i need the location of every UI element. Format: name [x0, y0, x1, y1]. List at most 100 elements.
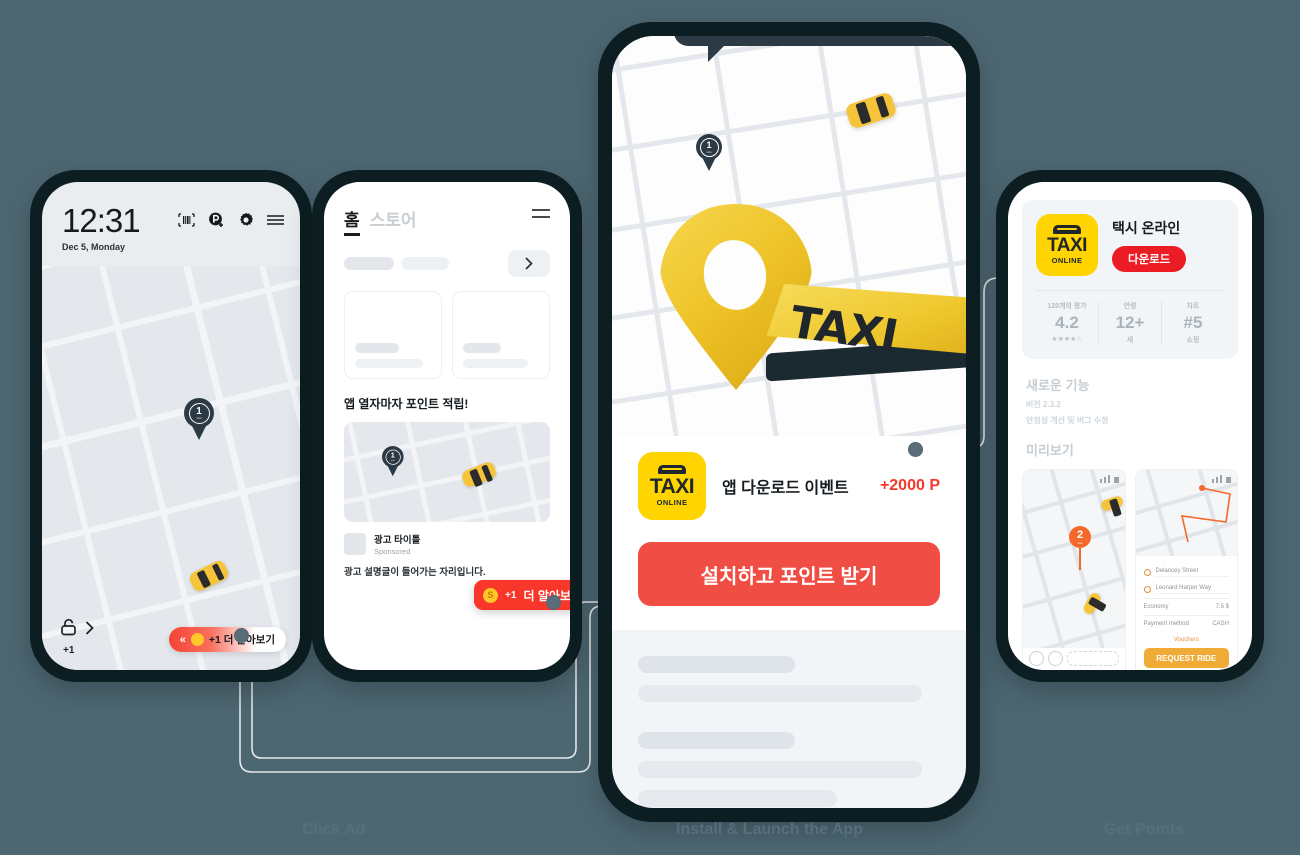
phone-2-ad-map[interactable]: 1 min: [344, 422, 550, 522]
origin-dot-icon: [1143, 569, 1151, 576]
diagram-stage: 12:31 Dec 5, Monday 1 min +1 « +1 더 알아보기…: [0, 0, 1300, 855]
hamburger-icon[interactable]: [267, 214, 284, 226]
chevron-right-icon[interactable]: [85, 620, 94, 640]
phone-4-screen: TAXI ONLINE 택시 온라인 다운로드 120개의 평가 4.2 ★★★…: [1008, 182, 1252, 670]
preview-carousel[interactable]: 2 min Delancey Street Leonard Harper Way…: [1008, 459, 1252, 670]
skeleton-chip: [344, 257, 394, 270]
phone-1-icon-row: [178, 212, 284, 228]
skeleton-next-button[interactable]: [508, 250, 550, 277]
ride-option-row[interactable]: Economy 7.5 $: [1143, 598, 1229, 615]
phone-2-tabs: 홈 스토어: [344, 206, 417, 236]
taxi-car-icon: [460, 460, 498, 489]
barcode-icon[interactable]: [178, 213, 195, 227]
preview-screenshot-ride[interactable]: Delancey Street Leonard Harper Way Econo…: [1134, 469, 1238, 670]
stat-ratings: 120개의 평가 4.2 ★★★★☆: [1036, 301, 1098, 345]
taxi-car-icon: [1099, 494, 1125, 513]
phone-2-frame: 홈 스토어 앱 열자마자 포인트 적립! 1 min 광고 타이틀 Sponso…: [312, 170, 582, 682]
point-plus-icon[interactable]: [208, 212, 225, 228]
status-bar-icons: [1099, 475, 1119, 483]
whats-new-version: 버전 2.3.2: [1026, 400, 1061, 409]
ride-details-card: Delancey Street Leonard Harper Way Econo…: [1135, 556, 1237, 670]
skeleton-chip: [401, 257, 449, 270]
ad-sponsored-label: Sponsored: [374, 547, 411, 556]
map-pin-marker[interactable]: 1 min: [184, 398, 214, 440]
ride-destination-row[interactable]: Leonard Harper Way: [1143, 581, 1229, 598]
locate-icon[interactable]: [1048, 651, 1063, 666]
tab-store[interactable]: 스토어: [370, 206, 417, 231]
layers-icon[interactable]: [1029, 651, 1044, 666]
coin-icon: [190, 633, 204, 646]
status-bar-icons: [1212, 475, 1231, 483]
phone-2-ad-row: 광고 타이틀 Sponsored: [324, 522, 570, 556]
coin-icon: S: [483, 587, 499, 603]
caption-click-ad: Click Ad: [302, 821, 366, 838]
skeleton-bar: [638, 732, 796, 749]
skeleton-card[interactable]: [344, 291, 442, 379]
stat-sub: 쇼핑: [1186, 337, 1200, 344]
caption-install-launch: Install & Launch the App: [676, 821, 863, 838]
lock-icon[interactable]: [60, 618, 77, 641]
stat-value: 4.2: [1055, 313, 1079, 332]
stat-value: #5: [1183, 313, 1203, 332]
payment-method-row[interactable]: Payment method CASH: [1143, 615, 1229, 632]
install-button-label: 설치하고 포인트 받기: [700, 565, 878, 588]
app-icon-subtitle: ONLINE: [656, 498, 688, 507]
phone-1-frame: 12:31 Dec 5, Monday 1 min +1 « +1 더 알아보기: [30, 170, 312, 682]
preview-search-input[interactable]: [1067, 651, 1119, 666]
request-ride-button[interactable]: REQUEST RIDE: [1143, 648, 1229, 668]
vouchers-link[interactable]: Vouchers: [1144, 632, 1230, 648]
app-stats-row: 120개의 평가 4.2 ★★★★☆ 연령 12+ 세 차트 #5 쇼핑: [1036, 290, 1224, 345]
stat-age: 연령 12+ 세: [1098, 301, 1161, 345]
stat-sub: 세: [1126, 337, 1134, 344]
whats-new-heading: 새로운 기능: [1026, 378, 1090, 393]
stat-chart: 차트 #5 쇼핑: [1161, 301, 1224, 345]
whats-new-section: 새로운 기능 버전 2.3.2 안정성 개선 및 버그 수정: [1008, 359, 1252, 426]
connector-dot-phone3: [908, 442, 923, 457]
stat-label: 차트: [1186, 303, 1200, 310]
download-button[interactable]: 다운로드: [1112, 246, 1187, 272]
tab-home[interactable]: 홈: [344, 206, 360, 236]
preview-map-marker: 2 min: [1069, 526, 1091, 548]
hero-tooltip: Guarantee maximum app inflow performance: [674, 36, 966, 62]
stat-label: 120개의 평가: [1047, 303, 1087, 310]
phone-3-screen: 1 min TAXI Guarantee m: [612, 36, 966, 808]
connector-dot-phone2: [546, 595, 561, 610]
phone-2-section-title: 앱 열자마자 포인트 적립!: [344, 397, 469, 411]
phone-4-frame: TAXI ONLINE 택시 온라인 다운로드 120개의 평가 4.2 ★★★…: [996, 170, 1264, 682]
payment-key: Payment method: [1143, 621, 1189, 627]
preview-screenshot-map[interactable]: 2 min: [1022, 469, 1126, 670]
phone-2-header: 홈 스토어: [324, 182, 570, 236]
taxi-online-app-icon: TAXI ONLINE: [1036, 214, 1098, 276]
connector-dot-phone1: [234, 628, 249, 643]
skeleton-card[interactable]: [452, 291, 550, 379]
skeleton-bar: [638, 685, 922, 702]
stat-label: 연령: [1123, 303, 1137, 310]
hero-map-pin: 1 min: [696, 134, 722, 171]
cta-chevron-left-icon: «: [179, 633, 186, 646]
destination-dot-icon: [1143, 586, 1151, 593]
ad-thumbnail: [344, 533, 366, 555]
lock-points-label: +1: [63, 645, 75, 656]
ad-description: 광고 설명글이 들어가는 자리입니다.: [344, 567, 486, 578]
taxi-roof-sign-illustration: TAXI: [762, 284, 966, 382]
ride-origin-row[interactable]: Delancey Street: [1143, 564, 1229, 581]
phone-1-ad-cta[interactable]: « +1 더 알아보기: [168, 627, 286, 652]
gear-icon[interactable]: [238, 212, 254, 228]
caption-get-points: Get Points: [1104, 821, 1185, 838]
lock-shortcut[interactable]: +1: [60, 618, 94, 656]
skeleton-bar: [638, 656, 796, 673]
install-and-get-points-button[interactable]: 설치하고 포인트 받기: [638, 542, 940, 606]
download-button-label: 다운로드: [1128, 254, 1171, 266]
phone-1-header: 12:31 Dec 5, Monday: [42, 182, 300, 262]
app-store-header: TAXI ONLINE 택시 온라인 다운로드: [1036, 214, 1224, 276]
ride-origin: Delancey Street: [1155, 568, 1229, 577]
hero-pin-number: 1: [706, 139, 712, 150]
hamburger-icon[interactable]: [532, 206, 550, 224]
app-name: 택시 온라인: [1112, 220, 1181, 236]
preview-search-bar[interactable]: [1029, 651, 1119, 666]
phone-2-chip-row: [324, 236, 570, 277]
ad-title: 광고 타이틀: [374, 535, 421, 546]
hero-pin-sub: min: [706, 149, 712, 154]
skeleton-bar: [638, 761, 922, 778]
phone-2-card-row: [324, 277, 570, 379]
